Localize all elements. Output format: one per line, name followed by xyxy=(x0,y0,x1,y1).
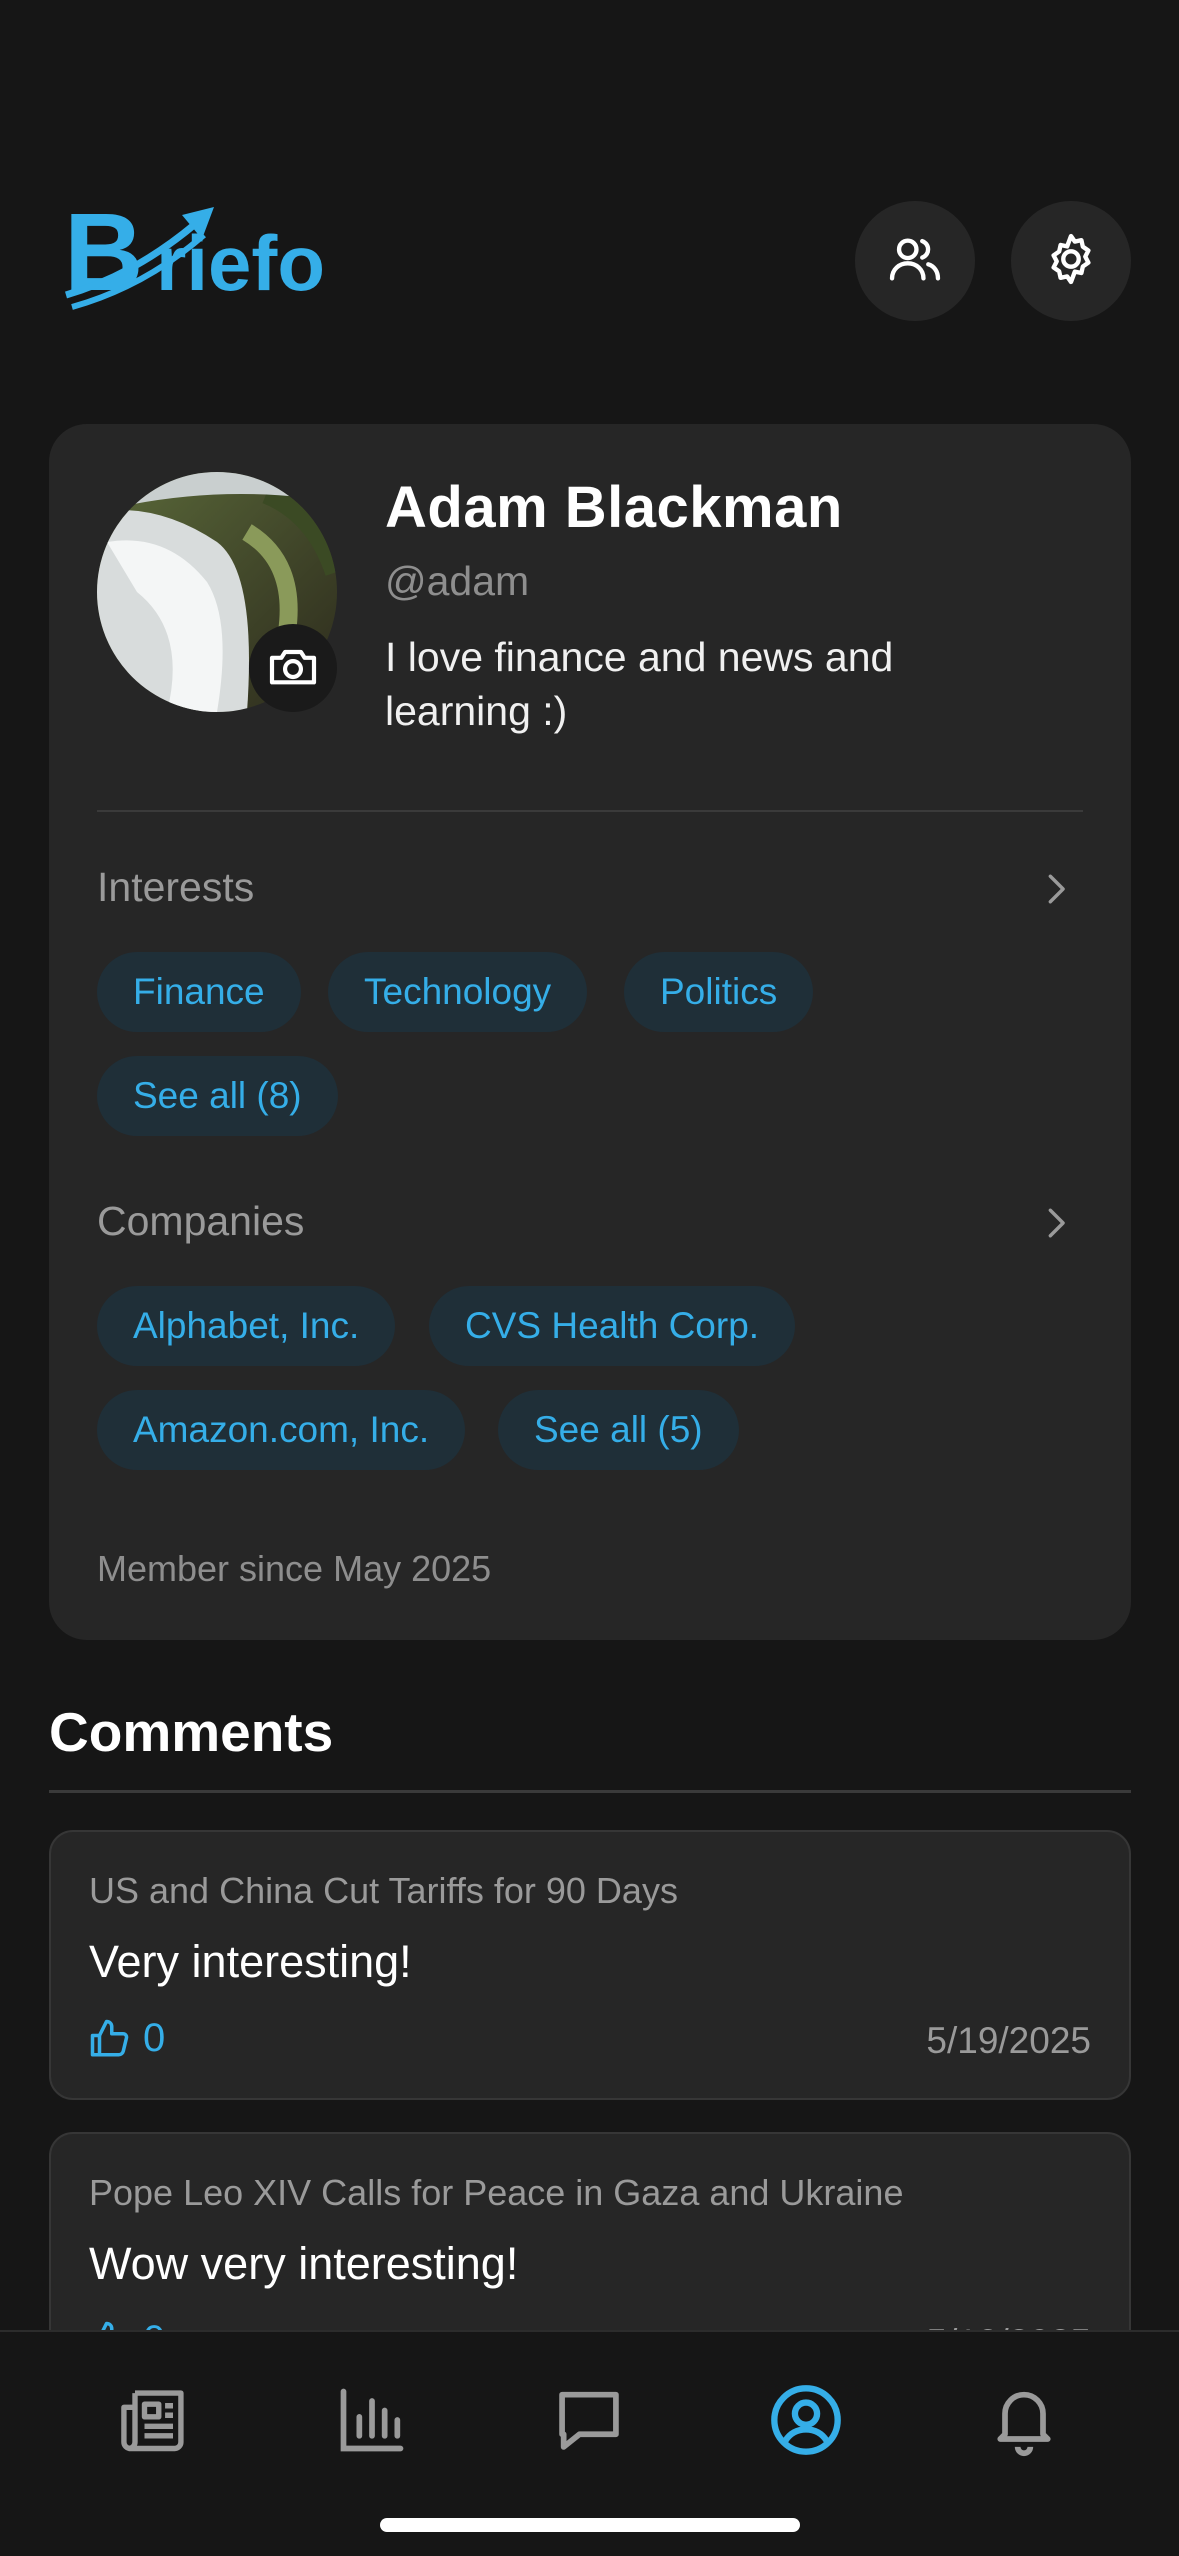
divider xyxy=(97,810,1083,812)
member-since: Member since May 2025 xyxy=(97,1548,492,1589)
interest-chip-finance[interactable]: Finance xyxy=(97,952,301,1032)
chevron-right-icon[interactable] xyxy=(1039,1206,1073,1240)
header: B riefo xyxy=(64,191,1131,325)
comment-article-title[interactable]: US and China Cut Tariffs for 90 Days xyxy=(89,1870,678,1912)
profile-icon xyxy=(768,2385,844,2462)
comment-article-title[interactable]: Pope Leo XIV Calls for Peace in Gaza and… xyxy=(89,2172,903,2214)
comment-card[interactable]: US and China Cut Tariffs for 90 Days Ver… xyxy=(49,1830,1131,2100)
friends-icon xyxy=(886,230,944,293)
interests-title[interactable]: Interests xyxy=(97,864,254,911)
tab-profile[interactable] xyxy=(768,2382,844,2458)
profile-bio: I love finance and news and learning :) xyxy=(385,634,894,734)
change-photo-button[interactable] xyxy=(249,624,337,712)
company-chip-cvs[interactable]: CVS Health Corp. xyxy=(429,1286,796,1366)
like-count: 0 xyxy=(143,2016,166,2060)
bar-chart-icon xyxy=(334,2388,410,2462)
camera-icon xyxy=(265,638,321,699)
chevron-right-icon[interactable] xyxy=(1039,872,1073,906)
briefo-logo: B riefo xyxy=(64,191,334,325)
company-chip-amazon[interactable]: Amazon.com, Inc. xyxy=(97,1390,466,1470)
comment-text: Wow very interesting! xyxy=(89,2238,519,2289)
comment-text: Very interesting! xyxy=(89,1936,412,1987)
company-chip-alphabet[interactable]: Alphabet, Inc. xyxy=(97,1286,396,1366)
friends-button[interactable] xyxy=(855,201,975,321)
interests-see-all-chip[interactable]: See all (8) xyxy=(97,1056,338,1136)
profile-name: Adam Blackman xyxy=(385,475,843,540)
bell-icon xyxy=(986,2391,1062,2462)
settings-gear-icon xyxy=(1042,230,1100,293)
settings-button[interactable] xyxy=(1011,201,1131,321)
interest-chip-technology[interactable]: Technology xyxy=(328,952,588,1032)
profile-card: Adam Blackman @adam I love finance and n… xyxy=(49,424,1131,1640)
divider xyxy=(49,1790,1131,1793)
home-indicator[interactable] xyxy=(380,2518,800,2532)
interest-chip-politics[interactable]: Politics xyxy=(624,952,814,1032)
thumbs-up-icon[interactable] xyxy=(89,2018,131,2060)
tab-notifications[interactable] xyxy=(986,2382,1062,2458)
tab-news[interactable] xyxy=(116,2382,192,2458)
companies-title[interactable]: Companies xyxy=(97,1198,304,1245)
tab-chat[interactable] xyxy=(551,2382,627,2458)
newspaper-icon xyxy=(116,2390,192,2462)
comments-title: Comments xyxy=(49,1701,334,1763)
companies-see-all-chip[interactable]: See all (5) xyxy=(498,1390,739,1470)
comment-date: 5/19/2025 xyxy=(926,2020,1091,2061)
tab-markets[interactable] xyxy=(334,2382,410,2458)
chat-bubble-icon xyxy=(551,2391,627,2462)
profile-handle: @adam xyxy=(385,558,530,604)
